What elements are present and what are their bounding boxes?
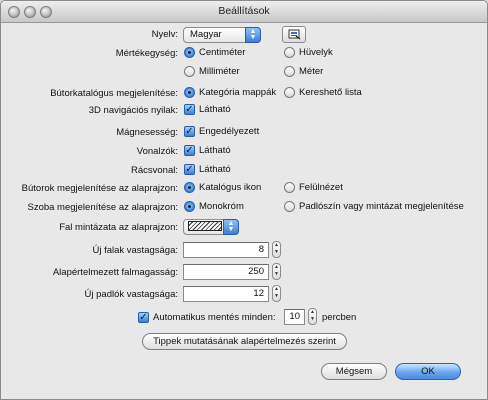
hatch-pattern-swatch [188,221,222,232]
language-select[interactable]: Magyar ▲ ▼ [183,27,261,43]
updown-arrows-icon: ▲ ▼ [223,219,239,235]
magnetism-label: Mágnesesség: [116,127,178,138]
wall-pattern-label: Fal mintázata az alaprajzon: [59,222,178,233]
rulers-option[interactable]: ✓ Látható [184,145,231,156]
monochrome-label: Monokróm [199,201,244,212]
room-floor-color-option[interactable]: Padlószín vagy mintázat megjelenítése [284,201,464,212]
floor-thickness-stepper[interactable]: ▲ ▼ [272,285,281,302]
rulers-check-label: Látható [199,145,231,156]
autosave-minutes-input[interactable]: 10 [284,309,305,325]
window-title: Beállítások [218,5,270,17]
floor-thickness-input[interactable]: 12 [183,286,269,302]
furniture-plan-label: Bútorok megjelenítése az alaprajzon: [21,183,178,194]
unit-centimeter-label: Centiméter [199,47,246,58]
radio-meter[interactable] [284,66,295,77]
wall-height-input[interactable]: 250 [183,264,269,280]
autosave-minutes-stepper[interactable]: ▲ ▼ [308,308,317,325]
radio-floor-color[interactable] [284,201,295,212]
language-select-value: Magyar [190,29,222,40]
language-label: Nyelv: [151,29,178,40]
unit-meter-label: Méter [299,66,324,77]
autosave-option[interactable]: ✓ Automatikus mentés minden: [138,312,276,323]
grid-option[interactable]: ✓ Látható [184,164,231,175]
unit-label: Mértékegység: [115,48,178,59]
grid-check-label: Látható [199,164,231,175]
magnetism-option[interactable]: ✓ Engedélyezett [184,126,259,137]
cancel-button[interactable]: Mégsem [321,363,387,380]
nav-arrows-label: 3D navigációs nyilak: [88,105,178,116]
top-view-label: Felülnézet [299,182,343,193]
unit-inch-label: Hüvelyk [299,47,333,58]
unit-meter-option[interactable]: Méter [284,66,323,77]
new-wall-thickness-label: Új falak vastagsága: [92,245,178,256]
wall-pattern-select[interactable]: ▲ ▼ [183,219,239,235]
nav-arrows-checkbox[interactable]: ✓ [184,104,195,115]
unit-centimeter-option[interactable]: Centiméter [184,47,245,58]
autosave-label: Automatikus mentés minden: [153,312,276,323]
catalog-searchable-label: Kereshető lista [299,87,362,98]
unit-millimeter-option[interactable]: Milliméter [184,66,240,77]
wall-height-label: Alapértelmezett falmagasság: [52,267,178,278]
nav-arrows-option[interactable]: ✓ Látható [184,104,231,115]
room-monochrome-option[interactable]: Monokróm [184,201,244,212]
room-plan-label: Szoba megjelenítése az alaprajzon: [27,202,178,213]
autosave-checkbox[interactable]: ✓ [138,312,149,323]
radio-monochrome[interactable] [184,201,195,212]
catalog-folders-label: Kategória mappák [199,87,277,98]
preferences-window: Beállítások Nyelv: Magyar ▲ ▼ Mértékegysé… [0,0,488,400]
catalog-icon-label: Katalógus ikon [199,182,262,193]
catalog-searchable-option[interactable]: Kereshető lista [284,87,362,98]
radio-top-view[interactable] [284,182,295,193]
nav-arrows-check-label: Látható [199,104,231,115]
grid-label: Rácsvonal: [131,165,178,176]
furniture-catalog-label: Bútorkatalógus megjelenítése: [50,88,178,99]
import-language-button[interactable] [282,26,306,43]
floor-thickness-label: Új padlók vastagsága: [84,289,178,300]
language-library-icon [288,29,301,40]
radio-millimeter[interactable] [184,66,195,77]
furniture-icon-option[interactable]: Katalógus ikon [184,182,261,193]
radio-catalog-icon[interactable] [184,182,195,193]
rulers-label: Vonalzók: [136,146,178,157]
magnetism-check-label: Engedélyezett [199,126,260,137]
radio-centimeter[interactable] [184,47,195,58]
floor-color-label: Padlószín vagy mintázat megjelenítése [299,201,464,212]
catalog-folders-option[interactable]: Kategória mappák [184,87,276,98]
unit-millimeter-label: Milliméter [199,66,240,77]
autosave-unit-label: percben [322,312,357,323]
ok-button[interactable]: OK [395,363,461,380]
new-wall-thickness-input[interactable]: 8 [183,242,269,258]
unit-inch-option[interactable]: Hüvelyk [284,47,333,58]
autosave-unit: percben [322,312,356,323]
wall-height-stepper[interactable]: ▲ ▼ [272,263,281,280]
title-bar: Beállítások [1,1,487,23]
new-wall-thickness-stepper[interactable]: ▲ ▼ [272,241,281,258]
magnetism-checkbox[interactable]: ✓ [184,126,195,137]
radio-catalog-searchable[interactable] [284,87,295,98]
grid-checkbox[interactable]: ✓ [184,164,195,175]
radio-inch[interactable] [284,47,295,58]
updown-arrows-icon: ▲ ▼ [245,27,261,43]
rulers-checkbox[interactable]: ✓ [184,145,195,156]
reset-tips-button[interactable]: Tippek mutatásának alapértelmezés szerin… [142,333,347,350]
radio-catalog-folders[interactable] [184,87,195,98]
furniture-topview-option[interactable]: Felülnézet [284,182,343,193]
